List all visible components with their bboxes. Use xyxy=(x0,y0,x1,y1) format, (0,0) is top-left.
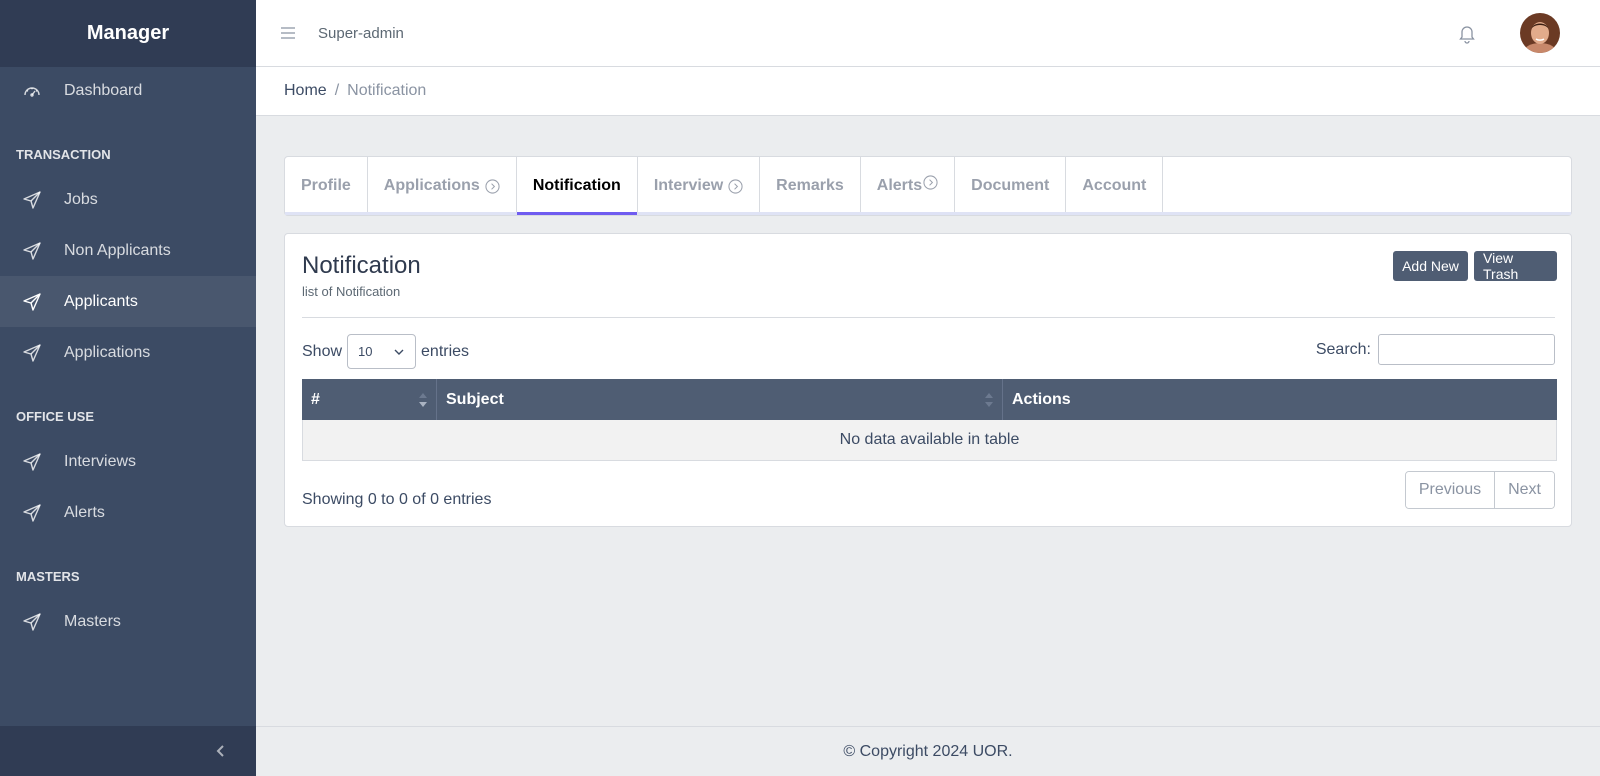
tab-interview[interactable]: Interview xyxy=(638,157,761,215)
tab-remarks[interactable]: Remarks xyxy=(760,157,861,215)
sidebar-item-applications[interactable]: Applications xyxy=(0,327,256,378)
column-header-label: Actions xyxy=(1012,390,1071,408)
sidebar-minimize-button[interactable] xyxy=(0,726,256,776)
table-info: Showing 0 to 0 of 0 entries xyxy=(302,491,492,508)
tab-label: Account xyxy=(1082,177,1147,194)
paper-plane-icon xyxy=(22,452,42,472)
show-label: Show xyxy=(302,342,343,360)
menu-toggle-icon[interactable] xyxy=(278,23,298,43)
tab-label: Applications xyxy=(383,177,480,194)
page-title: Notification xyxy=(302,252,421,279)
sidebar-item-label: Applicants xyxy=(64,292,138,310)
previous-page-button[interactable]: Previous xyxy=(1405,472,1495,508)
tab-label: Remarks xyxy=(776,177,844,194)
pagination: Previous Next xyxy=(1404,471,1555,509)
sort-icon xyxy=(984,391,994,409)
tab-label: Alerts xyxy=(876,177,923,194)
tab-document[interactable]: Document xyxy=(955,157,1067,215)
top-header: Super-admin xyxy=(256,0,1600,67)
notification-card: Notification list of Notification Add Ne… xyxy=(284,233,1572,527)
footer: © Copyright 2024 UOR. xyxy=(256,726,1600,776)
table-empty-row: No data available in table xyxy=(302,420,1557,461)
breadcrumb: Home / Notification xyxy=(256,67,1600,116)
sidebar-item-label: Jobs xyxy=(64,190,98,208)
speedometer-icon xyxy=(22,81,42,101)
entries-label: entries xyxy=(421,342,470,360)
paper-plane-icon xyxy=(22,190,42,210)
table-search-control: Search: xyxy=(1316,334,1555,365)
view-trash-button[interactable]: View Trash xyxy=(1474,250,1557,282)
tab-profile[interactable]: Profile xyxy=(285,157,368,215)
paper-plane-icon xyxy=(22,292,42,312)
sidebar-item-non-applicants[interactable]: Non Applicants xyxy=(0,225,256,276)
paper-plane-icon xyxy=(22,503,42,523)
sidebar-item-applicants[interactable]: Applicants xyxy=(0,276,256,327)
tab-label: Document xyxy=(971,177,1050,194)
chevron-circle-right-icon xyxy=(485,178,500,194)
page-subtitle: list of Notification xyxy=(302,284,401,299)
chevron-circle-right-icon xyxy=(923,174,938,190)
copyright-text: © Copyright 2024 UOR. xyxy=(843,742,1013,760)
avatar[interactable] xyxy=(1520,13,1560,53)
sidebar-item-label: Dashboard xyxy=(64,81,143,99)
sidebar-item-jobs[interactable]: Jobs xyxy=(0,174,256,225)
paper-plane-icon xyxy=(22,241,42,261)
breadcrumb-current: Notification xyxy=(347,82,427,99)
sidebar-item-label: Alerts xyxy=(64,503,105,521)
chevron-left-icon xyxy=(214,744,228,758)
divider xyxy=(302,317,1555,318)
sidebar-item-label: Non Applicants xyxy=(64,241,171,259)
tab-label: Profile xyxy=(301,177,351,194)
sidebar-item-masters[interactable]: Masters xyxy=(0,596,256,647)
column-header-number[interactable]: # xyxy=(302,379,437,420)
tab-label: Interview xyxy=(653,177,724,194)
column-header-label: Subject xyxy=(446,390,504,408)
table-header: # Subject Actions xyxy=(302,379,1557,420)
tab-label: Notification xyxy=(532,177,621,194)
tab-applications[interactable]: Applications xyxy=(368,157,517,215)
sidebar-section-title: MASTERS xyxy=(16,569,80,584)
paper-plane-icon xyxy=(22,343,42,363)
column-header-actions: Actions xyxy=(1003,379,1557,420)
tab-account[interactable]: Account xyxy=(1066,157,1164,215)
sidebar-item-dashboard[interactable]: Dashboard xyxy=(0,65,256,116)
column-header-label: # xyxy=(311,390,320,408)
sidebar-item-label: Applications xyxy=(64,343,151,361)
search-input[interactable] xyxy=(1378,334,1555,365)
entries-select-value: 10 xyxy=(358,344,373,359)
sidebar-item-interviews[interactable]: Interviews xyxy=(0,436,256,487)
bell-icon[interactable] xyxy=(1456,22,1478,44)
chevron-down-icon xyxy=(393,346,405,358)
breadcrumb-home-link[interactable]: Home xyxy=(284,82,327,100)
header-user-label[interactable]: Super-admin xyxy=(318,25,404,42)
column-header-subject[interactable]: Subject xyxy=(437,379,1003,420)
sidebar: Manager Dashboard TRANSACTION Jobs Non A… xyxy=(0,0,256,776)
sidebar-item-label: Interviews xyxy=(64,452,137,470)
sort-desc-icon xyxy=(418,391,428,409)
tab-bar: Profile Applications Notification Interv… xyxy=(284,156,1572,216)
entries-length-control: Show 10 entries xyxy=(302,334,469,369)
tab-notification[interactable]: Notification xyxy=(516,157,638,215)
chevron-circle-right-icon xyxy=(728,178,743,194)
sidebar-item-label: Masters xyxy=(64,612,121,630)
breadcrumb-separator: / xyxy=(334,82,340,99)
sidebar-item-alerts[interactable]: Alerts xyxy=(0,487,256,538)
next-page-button[interactable]: Next xyxy=(1494,472,1554,508)
notification-table: # Subject Actions No data available in t… xyxy=(302,379,1557,461)
brand-logo[interactable]: Manager xyxy=(0,0,256,67)
sidebar-section-title: OFFICE USE xyxy=(16,409,95,424)
paper-plane-icon xyxy=(22,612,42,632)
add-new-button[interactable]: Add New xyxy=(1393,251,1468,281)
search-label: Search: xyxy=(1315,340,1371,358)
sidebar-section-title: TRANSACTION xyxy=(16,147,111,162)
entries-select[interactable]: 10 xyxy=(347,334,417,369)
tab-alerts[interactable]: Alerts xyxy=(861,157,956,215)
